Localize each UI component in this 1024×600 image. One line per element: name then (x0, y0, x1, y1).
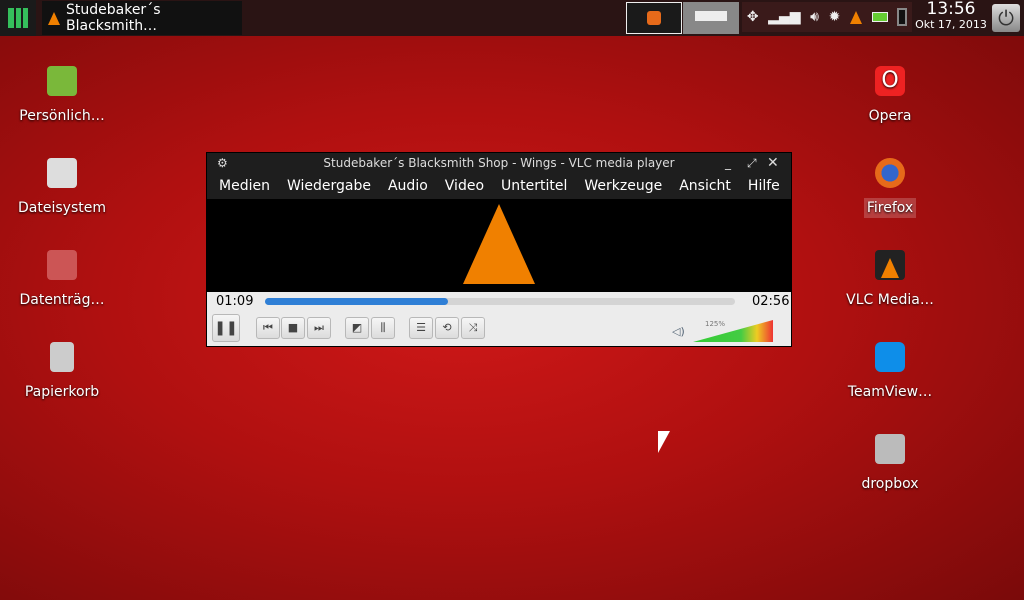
menu-video[interactable]: Video (445, 178, 484, 194)
clipboard-icon[interactable] (897, 8, 908, 26)
task-title: Studebaker´s Blacksmith… (66, 2, 161, 34)
video-area[interactable] (207, 199, 791, 292)
playlist-button[interactable]: ☰ (409, 317, 433, 339)
label: VLC Media… (846, 292, 934, 308)
desktop-icon-teamviewer[interactable]: TeamView… (830, 342, 950, 400)
controls: 01:09 02:56 ❚❚ ⏮ ■ ⏭ ◩ ⫼ ☰ ⟲ ⤨ ◁) 125% (207, 292, 791, 346)
minimize-icon[interactable]: _ (725, 153, 731, 173)
pause-button[interactable]: ❚❚ (212, 314, 240, 342)
vlc-window: ⚙ Studebaker´s Blacksmith Shop - Wings -… (206, 152, 792, 347)
mouse-cursor (658, 431, 670, 453)
desktop-icon-firefox[interactable]: Firefox (830, 158, 950, 218)
battery-icon[interactable] (871, 12, 888, 22)
menu-bar: Medien Wiedergabe Audio Video Untertitel… (207, 173, 791, 199)
label: Persönlich… (19, 108, 105, 124)
signal-icon[interactable]: ▂▄▆ (768, 9, 800, 25)
menu-audio[interactable]: Audio (388, 178, 428, 194)
label: Papierkorb (24, 384, 100, 400)
drive-icon (47, 158, 77, 188)
desktop-icon-home[interactable]: Persönlich… (2, 66, 122, 124)
total-time: 02:56 (752, 294, 790, 309)
desktop-icon-vlc[interactable]: VLC Media… (830, 250, 950, 308)
label: Opera (868, 108, 912, 124)
desktop-icon-trash[interactable]: Papierkorb (2, 342, 122, 400)
desktop-icon-removable[interactable]: Datenträg… (2, 250, 122, 308)
label: Firefox (863, 198, 917, 218)
date: Okt 17, 2013 (915, 18, 987, 31)
label: Datenträg… (19, 292, 105, 308)
dropbox-tray-icon[interactable]: ✥ (747, 9, 759, 25)
desktop-icon-dropbox[interactable]: dropbox (830, 434, 950, 492)
next-button[interactable]: ⏭ (307, 317, 331, 339)
vlc-icon (875, 250, 905, 280)
speaker-icon[interactable]: ◁) (672, 325, 685, 338)
vlc-tray-icon[interactable] (849, 10, 862, 24)
seek-progress (265, 298, 449, 305)
firefox-icon (875, 158, 905, 188)
opera-icon: O (875, 66, 905, 96)
shuffle-button[interactable]: ⤨ (461, 317, 485, 339)
menu-logo-icon[interactable] (0, 0, 36, 36)
extended-settings-button[interactable]: ⫼ (371, 317, 395, 339)
system-tray: ✥ ▂▄▆ 🔊︎ ✹ (742, 2, 912, 32)
elapsed-time: 01:09 (216, 294, 254, 309)
window-menu-icon[interactable]: ⚙ (217, 153, 228, 173)
time: 13:56 (926, 0, 976, 19)
volume-icon[interactable]: 🔊︎ (810, 9, 819, 25)
workspace-2[interactable] (683, 2, 739, 34)
dropbox-icon (875, 434, 905, 464)
label: Dateisystem (18, 200, 106, 216)
menu-medien[interactable]: Medien (219, 178, 270, 194)
menu-untertitel[interactable]: Untertitel (501, 178, 567, 194)
menu-ansicht[interactable]: Ansicht (679, 178, 731, 194)
label: TeamView… (847, 384, 933, 400)
workspace-1[interactable] (626, 2, 682, 34)
fullscreen-button[interactable]: ◩ (345, 317, 369, 339)
title-bar[interactable]: ⚙ Studebaker´s Blacksmith Shop - Wings -… (207, 153, 791, 173)
menu-hilfe[interactable]: Hilfe (748, 178, 780, 194)
clock[interactable]: 13:56 Okt 17, 2013 (912, 0, 990, 31)
seek-bar[interactable] (265, 298, 735, 305)
removable-drive-icon (47, 250, 77, 280)
maximize-icon[interactable]: ⤢ (747, 153, 757, 173)
trash-icon (50, 342, 74, 372)
close-icon[interactable]: ✕ (767, 153, 779, 173)
firefox-icon (647, 11, 661, 25)
stop-button[interactable]: ■ (281, 317, 305, 339)
vlc-cone-icon (463, 204, 535, 284)
loop-button[interactable]: ⟲ (435, 317, 459, 339)
vlc-icon (48, 11, 60, 25)
label: dropbox (861, 476, 919, 492)
settings-icon[interactable]: ✹ (829, 9, 841, 25)
teamviewer-icon (875, 342, 905, 372)
logout-icon[interactable]: ⏻ (992, 4, 1020, 32)
volume-label: 125% (705, 320, 726, 328)
window-title: Studebaker´s Blacksmith Shop - Wings - V… (323, 156, 675, 170)
top-panel: Studebaker´s Blacksmith… ✥ ▂▄▆ 🔊︎ ✹ 13:5… (0, 0, 1024, 36)
menu-werkzeuge[interactable]: Werkzeuge (584, 178, 662, 194)
desktop-icon-opera[interactable]: O Opera (830, 66, 950, 124)
previous-button[interactable]: ⏮ (256, 317, 280, 339)
menu-wiedergabe[interactable]: Wiedergabe (287, 178, 371, 194)
taskbar-item-vlc[interactable]: Studebaker´s Blacksmith… (42, 1, 242, 35)
desktop-icon-filesystem[interactable]: Dateisystem (2, 158, 122, 216)
home-folder-icon (47, 66, 77, 96)
